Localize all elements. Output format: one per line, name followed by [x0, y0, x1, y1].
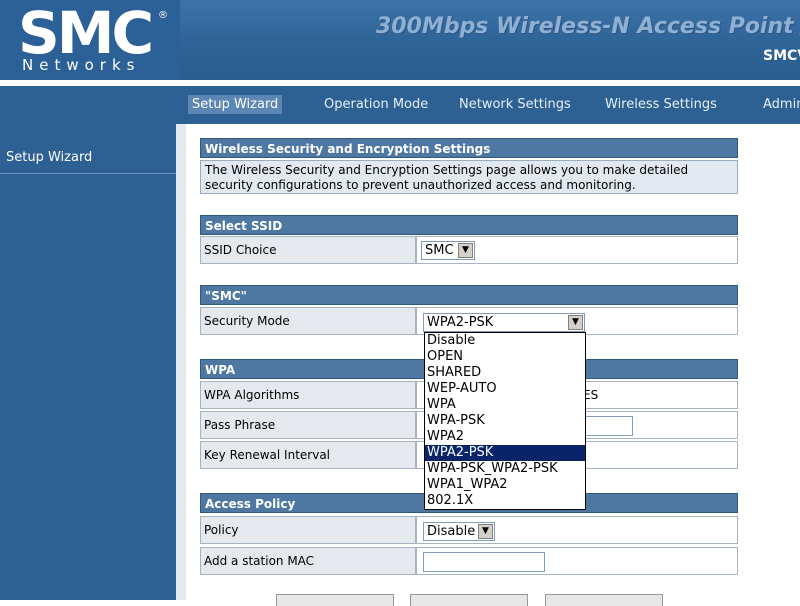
- pass-phrase-input[interactable]: [585, 416, 633, 436]
- ssid-choice-label: SSID Choice: [200, 236, 416, 264]
- reset-button[interactable]: [410, 594, 528, 606]
- wpa-algorithms-label: WPA Algorithms: [200, 381, 416, 409]
- policy-cell: Disable ▼: [416, 516, 738, 544]
- pass-phrase-label: Pass Phrase: [200, 411, 416, 439]
- policy-label: Policy: [200, 516, 416, 544]
- logo-subtitle: Networks: [22, 56, 141, 74]
- sidebar-item-setup-wizard[interactable]: Setup Wizard: [0, 150, 176, 174]
- security-mode-options: Disable OPEN SHARED WEP-AUTO WPA WPA-PSK…: [424, 332, 586, 510]
- security-option[interactable]: WEP-AUTO: [425, 381, 585, 397]
- key-renewal-label: Key Renewal Interval: [200, 441, 416, 469]
- security-mode-select[interactable]: WPA2-PSK ▼: [423, 313, 585, 332]
- product-title: 300Mbps Wireless-N Access Point / Rep: [376, 14, 800, 39]
- logo-registered-mark: ®: [158, 10, 168, 21]
- apply-button[interactable]: [276, 594, 394, 606]
- ssid-section-heading: "SMC": [200, 285, 738, 305]
- security-option[interactable]: WPA-PSK: [425, 413, 585, 429]
- ssid-choice-row: SSID Choice SMC ▼: [200, 236, 738, 264]
- security-option[interactable]: WPA2-PSK: [425, 445, 585, 461]
- policy-row: Policy Disable ▼: [200, 516, 738, 544]
- nav-network-settings[interactable]: Network Settings: [455, 95, 575, 114]
- policy-value: Disable: [427, 524, 476, 539]
- add-mac-input[interactable]: [423, 552, 545, 572]
- page-description: The Wireless Security and Encryption Set…: [200, 160, 738, 194]
- nav-admin[interactable]: Admin: [759, 95, 800, 114]
- select-ssid-heading: Select SSID: [200, 215, 738, 235]
- security-option[interactable]: 802.1X: [425, 493, 585, 509]
- security-mode-cell: WPA2-PSK ▼: [416, 307, 738, 335]
- cancel-button[interactable]: [545, 594, 663, 606]
- security-option[interactable]: WPA-PSK_WPA2-PSK: [425, 461, 585, 477]
- model-name: SMCV: [763, 48, 800, 64]
- add-mac-label: Add a station MAC: [200, 547, 416, 575]
- nav-setup-wizard[interactable]: Setup Wizard: [188, 95, 283, 114]
- nav-operation-mode[interactable]: Operation Mode: [320, 95, 432, 114]
- policy-select[interactable]: Disable ▼: [423, 522, 495, 541]
- sidebar: Setup Wizard: [0, 124, 176, 600]
- logo: SMC ® Networks: [0, 0, 180, 82]
- ssid-choice-select[interactable]: SMC ▼: [421, 241, 475, 260]
- security-option[interactable]: OPEN: [425, 349, 585, 365]
- ssid-choice-cell: SMC ▼: [416, 236, 738, 264]
- page-title: Wireless Security and Encryption Setting…: [200, 138, 738, 158]
- security-mode-label: Security Mode: [200, 307, 416, 335]
- chevron-down-icon[interactable]: ▼: [478, 524, 493, 539]
- security-option[interactable]: WPA1_WPA2: [425, 477, 585, 493]
- security-mode-row: Security Mode WPA2-PSK ▼: [200, 307, 738, 335]
- security-option[interactable]: WPA2: [425, 429, 585, 445]
- header-banner: SMC ® Networks 300Mbps Wireless-N Access…: [0, 0, 800, 82]
- security-option[interactable]: Disable: [425, 333, 585, 349]
- add-mac-cell: [416, 547, 738, 575]
- chevron-down-icon[interactable]: ▼: [568, 315, 583, 330]
- ssid-choice-value: SMC: [425, 243, 454, 258]
- nav-wireless-settings[interactable]: Wireless Settings: [601, 95, 721, 114]
- add-mac-row: Add a station MAC: [200, 547, 738, 575]
- content-margin: [176, 124, 186, 600]
- security-mode-value: WPA2-PSK: [427, 315, 494, 330]
- security-option[interactable]: SHARED: [425, 365, 585, 381]
- chevron-down-icon[interactable]: ▼: [458, 243, 473, 258]
- security-option[interactable]: WPA: [425, 397, 585, 413]
- top-nav: Setup Wizard Operation Mode Network Sett…: [0, 82, 800, 124]
